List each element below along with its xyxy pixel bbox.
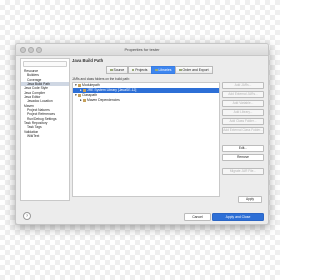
- tab-label: Order and Export: [182, 68, 209, 72]
- tree-item-label: Maven Dependencies: [87, 98, 120, 102]
- window-title: Properties for tester: [124, 47, 160, 52]
- library-icon: [83, 88, 86, 92]
- tab-bar: Source Projects Libraries Order and Export: [106, 66, 264, 74]
- add-library-button[interactable]: Add Library...: [222, 109, 264, 116]
- tab-icon: [110, 68, 113, 71]
- remove-button[interactable]: Remove: [222, 154, 264, 161]
- add-jars-button[interactable]: Add JARs...: [222, 82, 264, 89]
- add-variable-button[interactable]: Add Variable...: [222, 100, 264, 107]
- minimize-window-button[interactable]: [28, 47, 34, 53]
- tree-item[interactable]: ▸ Maven Dependencies: [73, 98, 219, 103]
- folder-icon: [78, 83, 81, 87]
- cancel-button[interactable]: Cancel: [184, 213, 211, 221]
- edit-button[interactable]: Edit...: [222, 145, 264, 152]
- tab-source[interactable]: Source: [106, 66, 129, 74]
- help-icon[interactable]: ?: [23, 212, 31, 220]
- page-title: Java Build Path: [72, 58, 104, 63]
- tab-icon: [179, 68, 182, 71]
- sidebar: Resource Builders Coverage Java Build Path J…: [20, 58, 70, 201]
- tab-label: Projects: [135, 68, 148, 72]
- main-panel: Java Build Path Source Projects Libraries O…: [72, 58, 264, 200]
- libraries-tree[interactable]: ▾ Modulepath ▸ JRE System Library [JavaSE-1…: [72, 82, 220, 197]
- sidebar-item[interactable]: WikiText: [21, 134, 69, 138]
- sidebar-list: Resource Builders Coverage Java Build Path J…: [21, 69, 69, 139]
- filter-input[interactable]: [23, 61, 67, 67]
- tab-projects[interactable]: Projects: [127, 66, 152, 74]
- tab-icon: [155, 68, 158, 71]
- apply-and-close-button[interactable]: Apply and Close: [212, 213, 264, 221]
- zoom-window-button[interactable]: [36, 47, 42, 53]
- tree-item-label: JRE System Library [JavaSE-12]: [87, 88, 137, 92]
- apply-button[interactable]: Apply: [238, 196, 262, 203]
- folder-icon: [78, 93, 81, 97]
- dialog-footer: ? Cancel Apply and Close: [16, 206, 268, 224]
- tab-label: Libraries: [158, 68, 172, 72]
- add-external-jars-button[interactable]: Add External JARs...: [222, 91, 264, 98]
- title-bar: Properties for tester: [16, 44, 268, 56]
- add-external-class-folder-button[interactable]: Add External Class Folder...: [222, 127, 264, 134]
- tab-order-and-export[interactable]: Order and Export: [175, 66, 213, 74]
- add-class-folder-button[interactable]: Add Class Folder...: [222, 118, 264, 125]
- library-icon: [83, 98, 86, 102]
- properties-dialog: Properties for tester Resource Builders Co…: [15, 43, 269, 225]
- tab-icon: [131, 68, 135, 71]
- tab-label: Source: [113, 68, 125, 72]
- library-buttons: Add JARs... Add External JARs... Add Varia…: [222, 82, 264, 177]
- window-controls: [20, 47, 42, 53]
- migrate-jar-file-button[interactable]: Migrate JAR File...: [222, 168, 264, 175]
- tree-item-label: Classpath: [82, 93, 98, 97]
- tree-item-label: Modulepath: [82, 83, 100, 87]
- libraries-description: JARs and class folders on the build path…: [72, 77, 130, 81]
- tab-libraries[interactable]: Libraries: [151, 66, 176, 74]
- close-window-button[interactable]: [20, 47, 26, 53]
